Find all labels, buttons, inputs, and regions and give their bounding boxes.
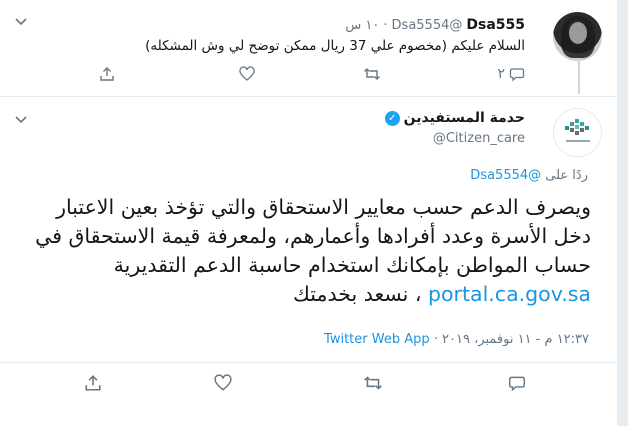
citizen-account-logo-icon xyxy=(565,119,590,142)
tweet-card: Dsa555 @Dsa5554 · ١٠ س السلام عليكم (مخص… xyxy=(0,0,618,426)
like-button[interactable] xyxy=(239,66,255,82)
reply-prefix: ردًا على xyxy=(545,168,588,183)
replying-to: ردًا على @Dsa5554 xyxy=(470,168,588,183)
main-tweet-header: حدمة المستفيدين ✓ xyxy=(384,110,525,126)
parent-tweet-header: Dsa555 @Dsa5554 · ١٠ س xyxy=(345,17,525,33)
user-handle[interactable]: @Citizen_care xyxy=(433,131,525,146)
citizen-care-avatar[interactable] xyxy=(553,108,602,157)
chevron-down-icon[interactable] xyxy=(14,14,28,28)
parent-tweet-text: السلام عليكم (مخصوم علي 37 ريال ممكن توض… xyxy=(145,38,525,54)
tweet-time[interactable]: ١٠ س xyxy=(345,18,379,33)
share-button[interactable] xyxy=(84,374,102,392)
reply-button[interactable] xyxy=(508,374,526,392)
reply-button[interactable]: ٢ xyxy=(497,66,525,82)
chevron-down-icon[interactable] xyxy=(14,112,28,126)
tweet-timestamp[interactable]: ١٢:٣٧ م - ١١ نوفمبر، ٢٠١٩ xyxy=(442,332,589,347)
user-avatar[interactable] xyxy=(553,12,602,61)
divider xyxy=(0,96,617,97)
tweet-body: ويصرف الدعم حسب معايير الاستحقاق والتي ت… xyxy=(35,195,591,277)
separator-dot: · xyxy=(383,17,388,33)
retweet-button[interactable] xyxy=(363,374,383,392)
tweet-source[interactable]: Twitter Web App xyxy=(324,332,430,347)
share-button[interactable] xyxy=(99,66,115,82)
tweet-body-suffix: ، نسعد بخدمتك xyxy=(293,282,422,306)
reply-count: ٢ xyxy=(497,66,505,82)
heart-icon xyxy=(239,66,255,81)
share-icon xyxy=(100,67,114,81)
main-tweet-actions xyxy=(0,374,617,396)
retweet-button[interactable] xyxy=(363,66,381,82)
share-icon xyxy=(85,375,101,391)
retweet-icon xyxy=(364,68,380,80)
display-name[interactable]: Dsa555 xyxy=(466,17,525,33)
like-button[interactable] xyxy=(214,374,232,392)
thread-connector xyxy=(578,58,580,94)
reply-to-link[interactable]: @Dsa5554 xyxy=(470,168,541,183)
divider xyxy=(0,362,617,363)
parent-tweet-actions: ٢ xyxy=(100,66,525,84)
portal-link[interactable]: portal.ca.gov.sa xyxy=(428,282,591,306)
heart-icon xyxy=(214,374,232,391)
main-tweet-text: ويصرف الدعم حسب معايير الاستحقاق والتي ت… xyxy=(21,193,591,309)
retweet-icon xyxy=(364,376,382,390)
reply-icon xyxy=(509,68,525,82)
user-handle[interactable]: @Dsa5554 xyxy=(392,18,463,33)
reply-icon xyxy=(508,376,526,392)
tweet-meta: ١٢:٣٧ م - ١١ نوفمبر، ٢٠١٩ · Twitter Web … xyxy=(324,332,589,347)
display-name[interactable]: حدمة المستفيدين xyxy=(404,110,525,126)
separator-dot: · xyxy=(429,332,438,347)
verified-badge-icon: ✓ xyxy=(384,110,400,126)
